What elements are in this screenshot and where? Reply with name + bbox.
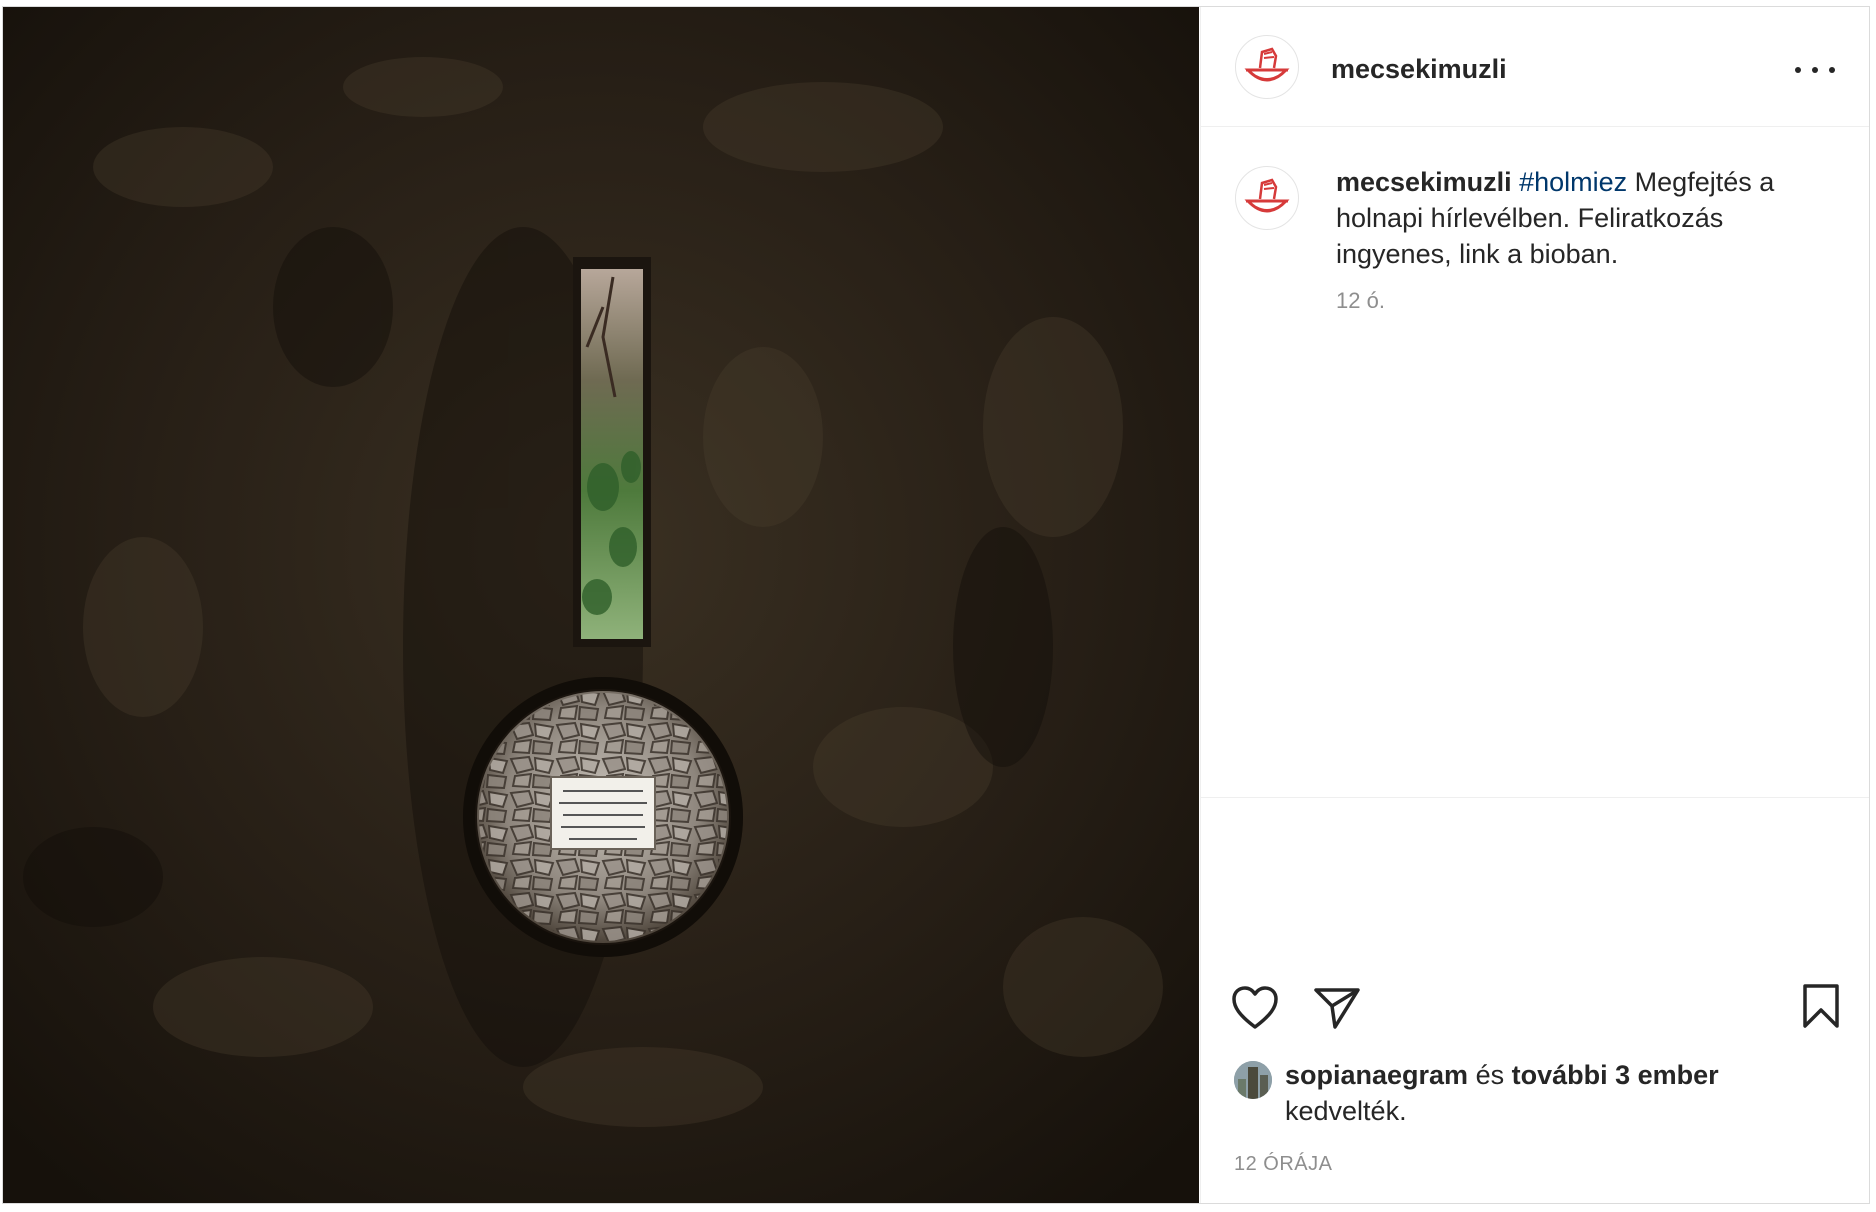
heart-icon[interactable] [1231, 985, 1279, 1036]
likes-summary: sopianaegram és további 3 ember kedvelté… [1285, 1057, 1845, 1129]
caption-section: mecsekimuzli #holmiez Megfejtés a holnap… [1201, 128, 1869, 798]
post-username[interactable]: mecsekimuzli [1331, 54, 1507, 85]
profile-avatar[interactable] [1235, 35, 1299, 99]
caption-text: mecsekimuzli #holmiez Megfejtés a holnap… [1336, 164, 1836, 272]
bowl-fist-logo-icon [1244, 178, 1290, 213]
bookmark-icon[interactable] [1801, 983, 1841, 1034]
post-sidebar: mecsekimuzli mecsekimuzli #holmiez Megfe… [1200, 7, 1869, 1203]
paper-plane-icon[interactable] [1313, 985, 1361, 1036]
caption-hashtag[interactable]: #holmiez [1519, 167, 1627, 197]
liker-username[interactable]: sopianaegram [1285, 1060, 1468, 1090]
post-header: mecsekimuzli [1201, 7, 1869, 127]
caption-username[interactable]: mecsekimuzli [1336, 167, 1512, 197]
post-timestamp[interactable]: 12 ÓRÁJA [1234, 1153, 1332, 1176]
post-container: mecsekimuzli mecsekimuzli #holmiez Megfe… [2, 6, 1870, 1204]
post-photo[interactable] [3, 7, 1199, 1203]
caption-time: 12 ó. [1336, 288, 1385, 313]
more-options-icon[interactable] [1795, 57, 1835, 83]
likes-others-link[interactable]: további 3 ember [1512, 1060, 1719, 1090]
photo-stone-tunnel [3, 7, 1199, 1203]
likes-connector: és [1468, 1060, 1512, 1090]
bowl-fist-logo-icon [1244, 47, 1290, 82]
caption-avatar[interactable] [1235, 166, 1299, 230]
liker-avatar[interactable] [1234, 1061, 1272, 1099]
likes-suffix: kedvelték. [1285, 1096, 1407, 1126]
